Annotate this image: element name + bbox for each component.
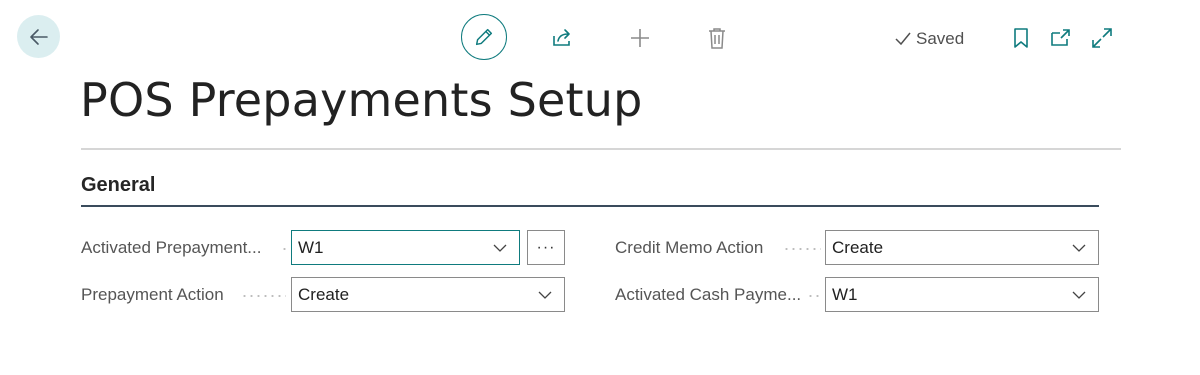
chevron-down-icon — [1072, 291, 1086, 299]
ellipsis-icon: ··· — [536, 238, 556, 256]
label-leader-dots — [807, 295, 819, 297]
select-value: Create — [832, 237, 884, 257]
chevron-down-icon — [1072, 244, 1086, 252]
trash-icon — [709, 28, 725, 49]
label-leader-dots — [783, 248, 821, 250]
activated-cash-payment-select[interactable]: W1 — [825, 277, 1099, 312]
new-button[interactable] — [626, 24, 654, 52]
open-in-new-window-icon — [1051, 29, 1070, 46]
field-label: Activated Cash Payme... — [615, 285, 802, 304]
activated-prepayment-select[interactable]: W1 — [291, 230, 520, 265]
bookmark-button[interactable] — [1008, 24, 1034, 52]
field-activated-prepayment: Activated Prepayment... W1 ··· — [81, 230, 571, 266]
save-status-text: Saved — [916, 29, 965, 48]
prepayment-action-select[interactable]: Create — [291, 277, 565, 312]
expand-icon — [1092, 28, 1112, 48]
checkmark-icon — [895, 32, 911, 46]
save-status: Saved — [894, 28, 964, 50]
share-icon — [553, 29, 570, 46]
page-title: POS Prepayments Setup — [80, 73, 643, 127]
select-value: W1 — [832, 284, 858, 304]
label-leader-dots — [241, 295, 286, 297]
select-value: Create — [298, 284, 350, 304]
share-button[interactable] — [548, 24, 576, 52]
field-credit-memo-action: Credit Memo Action Create — [615, 230, 1105, 266]
lookup-button[interactable]: ··· — [527, 230, 565, 265]
pencil-icon — [475, 28, 493, 46]
field-prepayment-action: Prepayment Action Create — [81, 277, 571, 313]
delete-button[interactable] — [703, 24, 731, 52]
edit-button[interactable] — [461, 14, 507, 60]
open-new-window-button[interactable] — [1047, 24, 1075, 52]
section-title-general[interactable]: General — [81, 174, 155, 197]
title-divider — [81, 148, 1121, 150]
label-leader-dots — [281, 248, 287, 250]
plus-icon — [631, 29, 649, 47]
field-activated-cash-payment: Activated Cash Payme... W1 — [615, 277, 1105, 313]
credit-memo-action-select[interactable]: Create — [825, 230, 1099, 265]
section-divider — [81, 205, 1099, 207]
chevron-down-icon — [493, 244, 507, 252]
chevron-down-icon — [538, 291, 552, 299]
action-toolbar: Saved — [0, 14, 1200, 62]
expand-button[interactable] — [1088, 24, 1116, 52]
field-label: Activated Prepayment... — [81, 238, 262, 257]
bookmark-icon — [1014, 28, 1028, 48]
select-value: W1 — [298, 237, 324, 257]
